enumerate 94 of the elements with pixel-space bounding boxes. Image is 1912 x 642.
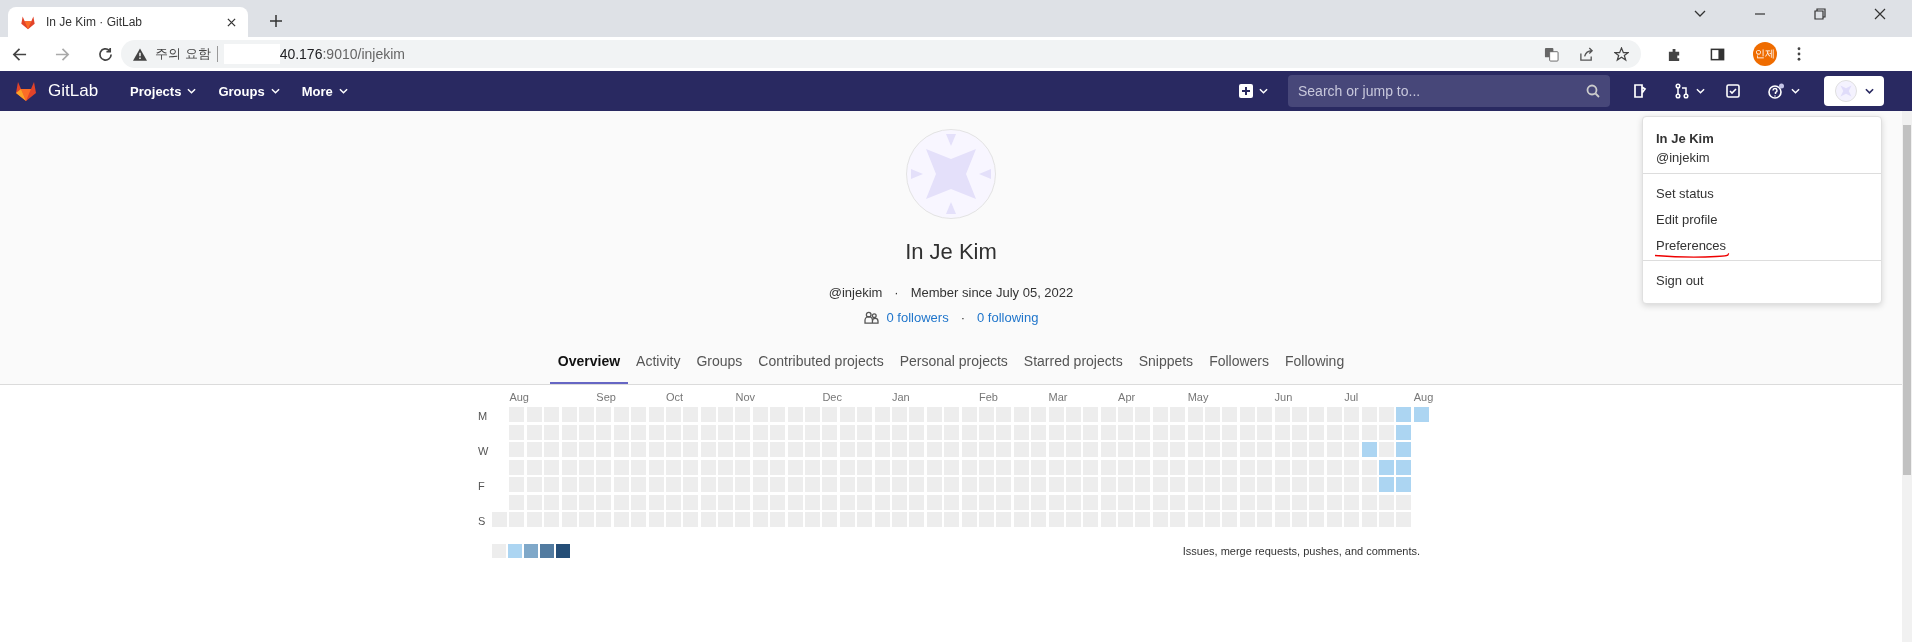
brand-name[interactable]: GitLab — [48, 81, 99, 101]
caret-icon — [1864, 88, 1874, 94]
tab-title: In Je Kim · GitLab — [46, 15, 144, 29]
profile-tab[interactable]: Following — [1277, 341, 1353, 384]
legend-text: Issues, merge requests, pushes, and comments. — [1182, 544, 1420, 557]
caret-icon — [187, 88, 197, 94]
close-icon[interactable] — [1874, 8, 1886, 20]
plus-square-icon — [1239, 84, 1253, 98]
contribution-cell[interactable] — [1396, 424, 1412, 440]
profile-tab[interactable]: Snippets — [1130, 341, 1202, 384]
address-bar[interactable]: 주의 요함 40.176:9010/injekim — [121, 40, 1641, 68]
following-link[interactable]: 0 following — [977, 310, 1039, 325]
weekday-label: W — [478, 444, 489, 457]
profile-tab[interactable]: Followers — [1201, 341, 1278, 384]
menu-item[interactable]: Sign out — [1656, 273, 1704, 288]
translate-icon[interactable] — [1544, 46, 1559, 62]
contribution-cell[interactable] — [1396, 442, 1412, 457]
fox-logo-icon — [20, 14, 36, 30]
nav-menu[interactable]: Groups — [210, 77, 288, 105]
nav-menu[interactable]: More — [293, 77, 356, 105]
share-icon[interactable] — [1579, 46, 1594, 62]
followers-link[interactable]: 0 followers — [886, 310, 949, 325]
users-icon — [863, 311, 879, 324]
profile-tab[interactable]: Activity — [628, 341, 689, 384]
caret-icon — [1791, 88, 1800, 94]
contribution-cell[interactable] — [1396, 459, 1412, 475]
month-label: Dec — [822, 391, 842, 403]
menu-item[interactable]: Preferences — [1656, 238, 1727, 253]
merge-request-icon — [1674, 83, 1690, 99]
help-icon — [1767, 83, 1785, 99]
menu-item[interactable]: Set status — [1656, 186, 1714, 201]
menu-username: @injekim — [1656, 150, 1711, 165]
contribution-cell[interactable] — [1396, 407, 1412, 422]
contribution-cell[interactable] — [1378, 442, 1394, 457]
contribution-cell[interactable] — [1396, 477, 1412, 492]
new-tab-icon[interactable] — [270, 15, 282, 27]
back-arrow-icon[interactable] — [12, 46, 27, 62]
month-label: Jan — [892, 391, 910, 403]
weekday-label: M — [478, 409, 488, 422]
contribution-cell[interactable] — [1378, 477, 1394, 492]
month-label: Sep — [596, 391, 616, 403]
restore-icon[interactable] — [1814, 8, 1826, 20]
month-label: Jun — [1274, 391, 1293, 403]
profile-tab[interactable]: Groups — [688, 341, 751, 384]
month-label: Aug — [1413, 391, 1434, 403]
month-label: Nov — [735, 391, 756, 403]
caret-icon — [338, 88, 348, 94]
caret-icon — [1696, 88, 1705, 94]
avatar-identicon — [906, 129, 996, 219]
fox-logo-icon[interactable] — [14, 80, 38, 102]
close-icon[interactable] — [227, 17, 236, 27]
caret-icon — [1259, 88, 1268, 94]
side-panel-icon[interactable] — [1710, 46, 1725, 62]
profile-tab[interactable]: Overview — [549, 341, 629, 384]
profile-tab[interactable]: Starred projects — [1015, 341, 1131, 384]
month-label: Aug — [509, 391, 529, 403]
search-field[interactable]: Search or jump to... — [1288, 75, 1610, 107]
caret-icon — [270, 88, 280, 94]
kebab-menu-icon[interactable] — [1797, 47, 1801, 61]
security-label: 주의 요함 — [155, 45, 211, 63]
weekday-label: S — [478, 514, 486, 527]
star-icon[interactable] — [1614, 46, 1629, 62]
user-menu-button[interactable] — [1824, 76, 1884, 106]
month-label: Jul — [1344, 391, 1359, 403]
puzzle-icon[interactable] — [1667, 46, 1682, 62]
contribution-cell[interactable] — [1378, 459, 1394, 475]
warning-icon — [133, 47, 147, 61]
menu-user-name: In Je Kim — [1656, 131, 1715, 146]
profile-tab[interactable]: Personal projects — [891, 341, 1016, 384]
member-since: Member since July 05, 2022 — [910, 285, 1074, 300]
month-label: Mar — [1048, 391, 1068, 403]
profile-tab[interactable]: Contributed projects — [750, 341, 892, 384]
menu-item[interactable]: Edit profile — [1656, 212, 1718, 227]
profile-name: In Je Kim — [905, 239, 997, 265]
reload-icon[interactable] — [98, 46, 113, 62]
avatar-icon — [1834, 80, 1857, 102]
nav-menu[interactable]: Projects — [122, 77, 205, 105]
todo-checkbox-icon[interactable] — [1725, 83, 1741, 99]
search-icon — [1586, 84, 1600, 98]
username: @injekim — [828, 285, 883, 300]
month-label: Oct — [665, 391, 684, 403]
browser-tab[interactable]: In Je Kim · GitLab — [8, 7, 248, 37]
forward-arrow-icon[interactable] — [55, 46, 70, 62]
contribution-cell[interactable] — [1361, 442, 1377, 457]
issues-icon[interactable] — [1632, 83, 1648, 99]
weekday-label: F — [478, 479, 485, 492]
scrollbar[interactable] — [1902, 111, 1912, 642]
month-label: Feb — [978, 391, 998, 403]
contribution-cell[interactable] — [1413, 407, 1429, 422]
separator-dot: · — [894, 285, 899, 300]
month-label: May — [1187, 391, 1209, 403]
month-label: Apr — [1118, 391, 1136, 403]
separator-dot: · — [960, 310, 965, 325]
url-text: 40.176:9010/injekim — [279, 46, 405, 62]
